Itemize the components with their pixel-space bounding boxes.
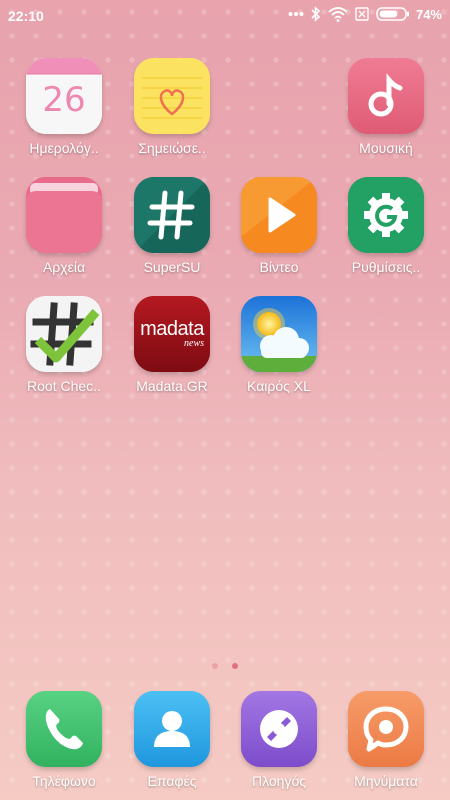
app-madata[interactable]: madata news Madata.GR [122,296,222,394]
files-icon [26,177,102,253]
app-video[interactable]: Βίντεο [229,177,329,275]
status-time: 22:10 [8,8,44,24]
app-supersu[interactable]: SuperSU [122,177,222,275]
app-label: Καιρός XL [247,378,311,394]
dock-contacts[interactable]: Επαφές [122,691,222,789]
video-icon [241,177,317,253]
app-label: Madata.GR [136,378,208,394]
messages-icon [348,691,424,767]
app-notes[interactable]: Σημειώσε.. [122,58,222,156]
page-dot[interactable] [211,663,218,669]
bluetooth-icon [311,6,321,22]
app-label: Ημερολόγ.. [29,140,99,156]
contacts-icon [134,691,210,767]
app-label: Αρχεία [42,259,86,275]
app-music[interactable]: Μουσική [336,58,436,156]
calendar-day: 26 [42,80,86,120]
app-label: Πλοηγός [251,773,306,789]
app-files[interactable]: Αρχεία [14,177,114,275]
app-label: Σημειώσε.. [138,140,206,156]
dock-phone[interactable]: Τηλέφωνο [14,691,114,789]
calendar-icon: 26 [26,58,102,134]
dock-messages[interactable]: Μηνύματα [336,691,436,789]
wifi-icon [328,7,348,22]
app-label: Ρυθμίσεις.. [351,259,421,275]
notes-icon [134,58,210,134]
madata-logo-subtext: news [184,338,204,349]
app-label: SuperSU [143,259,201,275]
browser-icon [241,691,317,767]
weather-icon [241,296,317,372]
page-indicator [0,656,450,674]
app-label: Βίντεο [259,259,299,275]
app-label: Επαφές [147,773,197,789]
dock-browser[interactable]: Πλοηγός [229,691,329,789]
app-root-checker[interactable]: Root Chec.. [14,296,114,394]
root-checker-icon [26,296,102,372]
phone-icon [26,691,102,767]
no-sim-icon [355,7,369,21]
google-settings-icon [348,177,424,253]
app-calendar[interactable]: 26 Ημερολόγ.. [14,58,114,156]
app-label: Root Chec.. [27,378,101,394]
status-bar: 22:10 74% [0,0,450,32]
page-dot-active[interactable] [232,663,239,669]
status-icons: 74% [288,6,442,22]
app-weather[interactable]: Καιρός XL [229,296,329,394]
madata-icon: madata news [134,296,210,372]
app-label: Μουσική [359,140,413,156]
supersu-icon [134,177,210,253]
app-google-settings[interactable]: Ρυθμίσεις.. [336,177,436,275]
app-label: Τηλέφωνο [32,773,96,789]
app-label: Μηνύματα [354,773,418,789]
battery-icon [376,7,409,21]
music-icon [348,58,424,134]
more-dots-icon [288,12,304,16]
battery-percent: 74% [415,6,442,22]
